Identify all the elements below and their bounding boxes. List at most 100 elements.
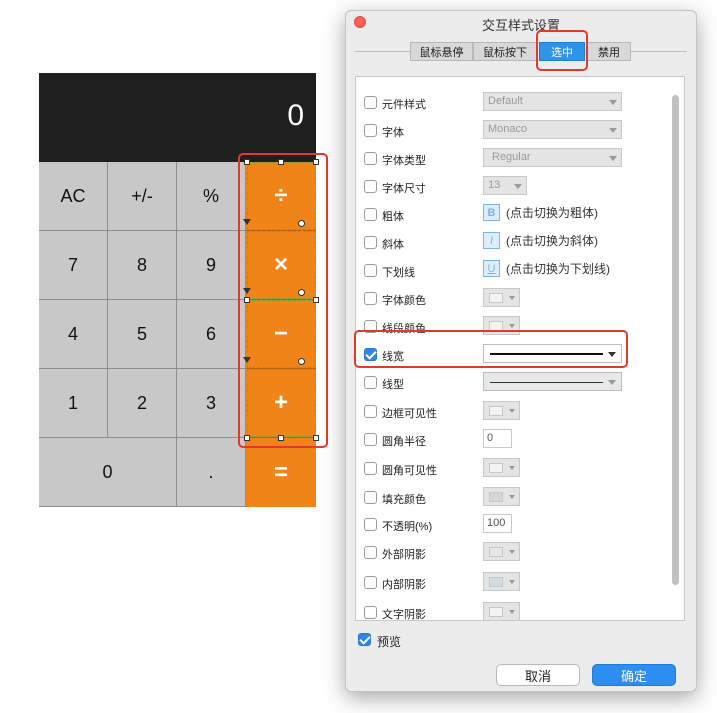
properties-panel: 元件样式 Default 字体 Monaco 字体类型 Regular 字体尺寸… <box>355 76 685 621</box>
prop-font-type: 字体类型 Regular <box>356 145 666 171</box>
resize-handle[interactable] <box>244 297 250 303</box>
text-shadow-picker[interactable] <box>483 602 520 620</box>
text-shadow-icon <box>489 607 503 617</box>
prop-underline: 下划线 U (点击切换为下划线) <box>356 257 666 283</box>
chevron-down-icon <box>609 156 617 161</box>
resize-handle[interactable] <box>244 435 250 441</box>
font-color-picker[interactable] <box>483 288 520 307</box>
tab-mouse-down[interactable]: 鼠标按下 <box>473 42 537 61</box>
underline-toggle[interactable]: U (点击切换为下划线) <box>483 260 610 277</box>
key-decimal[interactable]: . <box>177 438 246 507</box>
dialog-title: 交互样式设置 <box>481 18 560 33</box>
line-width-select[interactable] <box>483 344 622 363</box>
corner-visibility-picker[interactable] <box>483 458 520 477</box>
key-plus[interactable]: + <box>246 369 316 438</box>
prop-label: 圆角半径 <box>382 436 426 448</box>
cancel-button[interactable]: 取消 <box>496 664 580 686</box>
preview-toggle[interactable]: 预览 <box>358 632 438 652</box>
font-type-select[interactable]: Regular <box>483 148 622 167</box>
checkbox[interactable] <box>364 606 377 619</box>
key-percent[interactable]: % <box>177 162 246 231</box>
widget-style-select[interactable]: Default <box>483 92 622 111</box>
key-minus[interactable]: − <box>246 300 316 369</box>
corner-radius-handle[interactable] <box>298 358 305 365</box>
chevron-down-icon <box>509 495 515 499</box>
chevron-down-icon <box>509 296 515 300</box>
bold-icon: B <box>483 204 500 221</box>
key-plus-minus[interactable]: +/- <box>108 162 177 231</box>
checkbox[interactable] <box>364 124 377 137</box>
resize-handle[interactable] <box>313 159 319 165</box>
resize-handle[interactable] <box>313 297 319 303</box>
checkbox[interactable] <box>364 96 377 109</box>
prop-label: 圆角可见性 <box>382 465 437 477</box>
tab-hover[interactable]: 鼠标悬停 <box>410 42 473 61</box>
prop-label: 边框可见性 <box>382 408 437 420</box>
checkbox[interactable] <box>364 576 377 589</box>
corner-radius-handle[interactable] <box>298 220 305 227</box>
key-4[interactable]: 4 <box>39 300 108 369</box>
key-5[interactable]: 5 <box>108 300 177 369</box>
chevron-down-icon <box>509 580 515 584</box>
fill-color-picker[interactable] <box>483 487 520 506</box>
corner-icon <box>489 463 503 473</box>
key-7[interactable]: 7 <box>39 231 108 300</box>
checkbox[interactable] <box>364 491 377 504</box>
line-color-picker[interactable] <box>483 316 520 335</box>
bold-toggle[interactable]: B (点击切换为粗体) <box>483 204 598 221</box>
key-ac[interactable]: AC <box>39 162 108 231</box>
key-equals[interactable]: = <box>246 438 316 507</box>
key-8[interactable]: 8 <box>108 231 177 300</box>
checkbox[interactable] <box>364 208 377 221</box>
key-divide[interactable]: ÷ <box>246 162 316 231</box>
inner-shadow-picker[interactable] <box>483 572 520 591</box>
checkbox[interactable] <box>364 180 377 193</box>
opacity-input[interactable]: 100 <box>483 514 512 533</box>
chevron-down-icon <box>609 128 617 133</box>
key-1[interactable]: 1 <box>39 369 108 438</box>
checkbox[interactable] <box>364 292 377 305</box>
resize-handle[interactable] <box>313 435 319 441</box>
scrollbar[interactable] <box>672 95 679 585</box>
key-0[interactable]: 0 <box>39 438 177 507</box>
tab-disabled[interactable]: 禁用 <box>587 42 631 61</box>
line-width-preview <box>490 353 603 355</box>
checkbox[interactable] <box>364 518 377 531</box>
checkbox[interactable] <box>364 405 377 418</box>
checkbox[interactable] <box>364 546 377 559</box>
prop-label: 字体 <box>382 127 404 139</box>
line-style-select[interactable] <box>483 372 622 391</box>
italic-icon: I <box>483 232 500 249</box>
display-value: 0 <box>287 99 304 132</box>
corner-radius-handle[interactable] <box>298 289 305 296</box>
resize-handle[interactable] <box>278 435 284 441</box>
checkbox[interactable] <box>364 433 377 446</box>
interaction-style-dialog: 交互样式设置 鼠标悬停 鼠标按下 选中 禁用 元件样式 Default 字体 M… <box>345 10 697 692</box>
checkbox[interactable] <box>364 376 377 389</box>
resize-handle[interactable] <box>278 159 284 165</box>
checkbox[interactable] <box>364 462 377 475</box>
key-6[interactable]: 6 <box>177 300 246 369</box>
outer-shadow-picker[interactable] <box>483 542 520 561</box>
key-2[interactable]: 2 <box>108 369 177 438</box>
checkbox[interactable] <box>364 320 377 333</box>
calculator: 0 AC +/- % ÷ 7 8 9 × 4 5 6 − 1 2 3 + 0 .… <box>39 73 316 507</box>
marker-triangle-icon <box>243 219 251 225</box>
italic-toggle[interactable]: I (点击切换为斜体) <box>483 232 598 249</box>
key-9[interactable]: 9 <box>177 231 246 300</box>
ok-button[interactable]: 确定 <box>592 664 676 686</box>
checkbox-checked[interactable] <box>364 348 377 361</box>
corner-radius-input[interactable]: 0 <box>483 429 512 448</box>
tab-selected[interactable]: 选中 <box>539 42 585 61</box>
font-size-select[interactable]: 13 <box>483 176 527 195</box>
checkbox[interactable] <box>364 236 377 249</box>
checkbox[interactable] <box>364 152 377 165</box>
resize-handle[interactable] <box>244 159 250 165</box>
prop-line-color: 线段颜色 <box>356 313 666 339</box>
key-multiply[interactable]: × <box>246 231 316 300</box>
border-visibility-picker[interactable] <box>483 401 520 420</box>
key-3[interactable]: 3 <box>177 369 246 438</box>
checkbox[interactable] <box>364 264 377 277</box>
preview-checkbox[interactable] <box>358 633 371 646</box>
font-select[interactable]: Monaco <box>483 120 622 139</box>
